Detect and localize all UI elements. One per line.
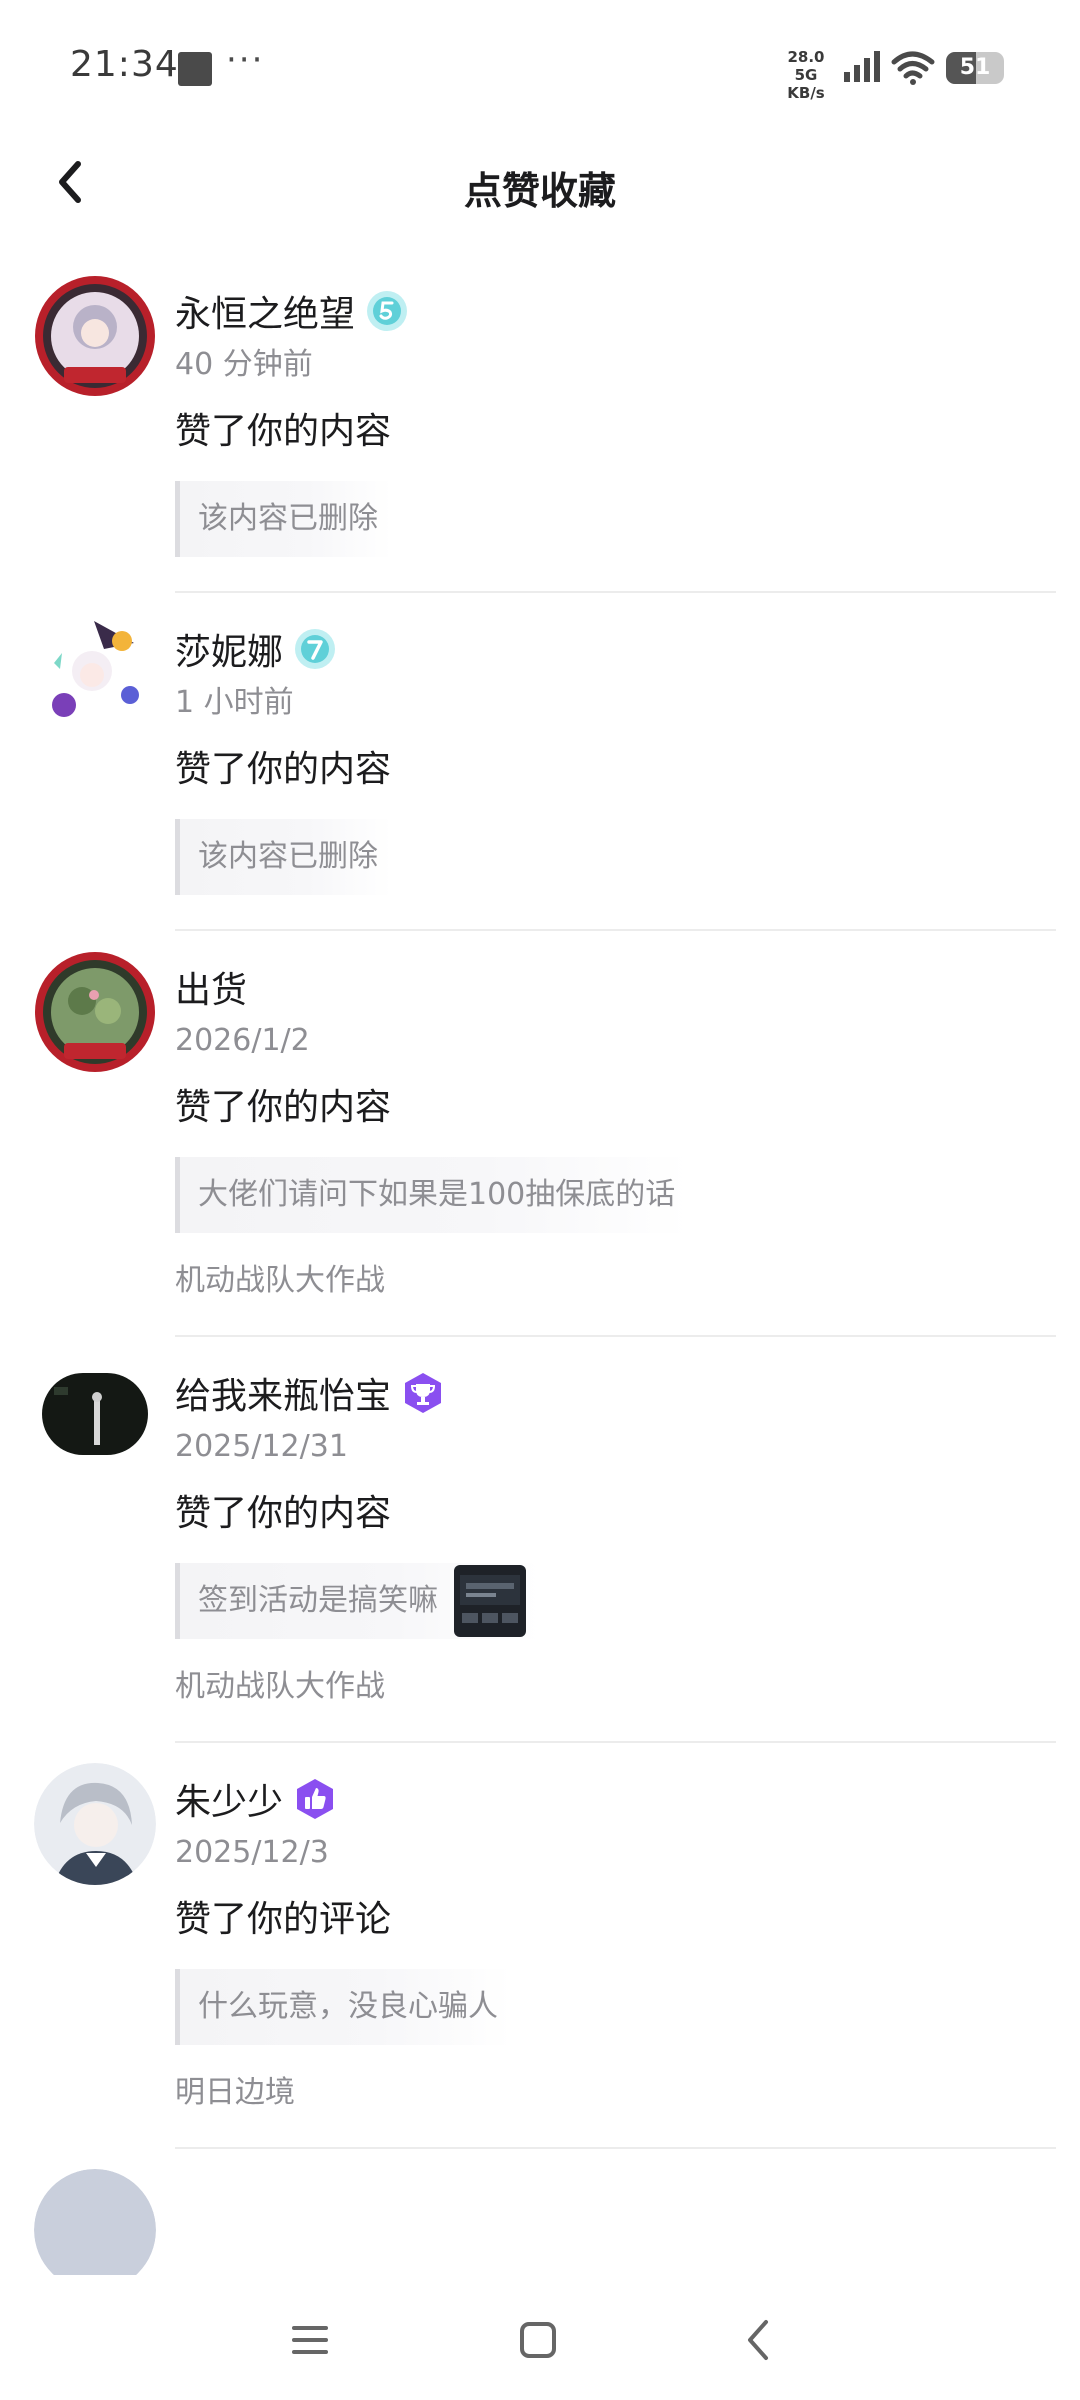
quoted-text: 什么玩意，没良心骗人 (198, 1989, 498, 2024)
avatar[interactable] (34, 275, 156, 397)
status-bar: 21:34 ··· 28.0 5G KB/s 51 (0, 0, 1080, 130)
quoted-image-thumbnail[interactable] (454, 1565, 526, 1637)
user-name[interactable]: 永恒之绝望 (175, 285, 355, 337)
list-item[interactable]: 给我来瓶怡宝 2025/12/31 赞了你的内容 签到活动是搞笑嘛 机动战队大作… (0, 1337, 1080, 1743)
quoted-text: 大佬们请问下如果是100抽保底的话 (198, 1177, 676, 1212)
list-item[interactable]: 永恒之绝望 40 分钟前 赞了你的内容 该内容已删除 (0, 255, 1080, 593)
more-notifications-icon: ··· (226, 40, 265, 80)
network-speed-unit: KB/s (787, 84, 825, 102)
timestamp: 2025/12/31 (175, 1429, 348, 1464)
action-text: 赞了你的内容 (175, 1493, 392, 1534)
network-speed-value: 28.0 5G (787, 48, 825, 84)
trophy-badge-icon (405, 1373, 442, 1413)
home-square-icon[interactable] (508, 2310, 568, 2370)
level-7-icon (295, 629, 336, 669)
quoted-content[interactable]: 大佬们请问下如果是100抽保底的话 (175, 1157, 690, 1233)
status-time: 21:34 (70, 44, 179, 85)
notification-app-icon (178, 52, 212, 86)
action-text: 赞了你的内容 (175, 1087, 392, 1128)
battery-indicator: 51 (946, 52, 1004, 84)
list-item[interactable] (0, 2149, 1080, 2275)
quoted-text: 该内容已删除 (198, 839, 378, 874)
avatar[interactable] (34, 613, 156, 735)
avatar[interactable] (34, 1357, 156, 1479)
timestamp: 2025/12/3 (175, 1835, 329, 1870)
header: 点赞收藏 (0, 130, 1080, 250)
signal-strength-icon (844, 51, 880, 82)
user-name[interactable]: 莎妮娜 (175, 623, 283, 675)
notification-list[interactable]: 永恒之绝望 40 分钟前 赞了你的内容 该内容已删除 莎妮娜 1 小时前 赞了你… (0, 255, 1080, 2275)
game-tag[interactable]: 机动战队大作战 (175, 1667, 1056, 1707)
page-title: 点赞收藏 (463, 169, 616, 213)
quoted-content[interactable]: 签到活动是搞笑嘛 (175, 1563, 540, 1639)
action-text: 赞了你的内容 (175, 411, 392, 452)
avatar[interactable] (34, 2169, 156, 2275)
action-text: 赞了你的评论 (175, 1899, 392, 1940)
likes-favorites-screen: 21:34 ··· 28.0 5G KB/s 51 点赞收藏 永恒之绝望 40 … (0, 0, 1080, 2400)
avatar[interactable] (34, 1763, 156, 1885)
thumbs-up-badge-icon (297, 1779, 334, 1819)
list-item[interactable]: 朱少少 2025/12/3 赞了你的评论 什么玩意，没良心骗人 明日边境 (0, 1743, 1080, 2149)
quoted-content[interactable]: 该内容已删除 (175, 481, 392, 557)
avatar[interactable] (34, 951, 156, 1073)
quoted-text: 签到活动是搞笑嘛 (198, 1583, 438, 1618)
list-item[interactable]: 莎妮娜 1 小时前 赞了你的内容 该内容已删除 (0, 593, 1080, 931)
timestamp: 40 分钟前 (175, 347, 313, 382)
quoted-content[interactable]: 该内容已删除 (175, 819, 392, 895)
game-tag[interactable]: 机动战队大作战 (175, 1261, 1056, 1301)
quoted-content[interactable]: 什么玩意，没良心骗人 (175, 1969, 512, 2045)
back-triangle-icon[interactable] (730, 2310, 790, 2370)
level-5-icon (367, 291, 408, 331)
battery-level: 51 (959, 55, 991, 80)
timestamp: 1 小时前 (175, 685, 294, 720)
quoted-text: 该内容已删除 (198, 501, 378, 536)
timestamp: 2026/1/2 (175, 1023, 310, 1058)
user-name[interactable]: 给我来瓶怡宝 (175, 1367, 391, 1419)
user-name[interactable]: 出货 (175, 961, 247, 1013)
game-tag[interactable]: 明日边境 (175, 2073, 1056, 2113)
action-text: 赞了你的内容 (175, 749, 392, 790)
menu-icon[interactable] (280, 2310, 340, 2370)
wifi-icon (891, 51, 935, 85)
network-speed: 28.0 5G KB/s (774, 48, 838, 102)
system-navigation-bar (0, 2280, 1080, 2400)
list-item[interactable]: 出货 2026/1/2 赞了你的内容 大佬们请问下如果是100抽保底的话 机动战… (0, 931, 1080, 1337)
user-name[interactable]: 朱少少 (175, 1773, 283, 1825)
